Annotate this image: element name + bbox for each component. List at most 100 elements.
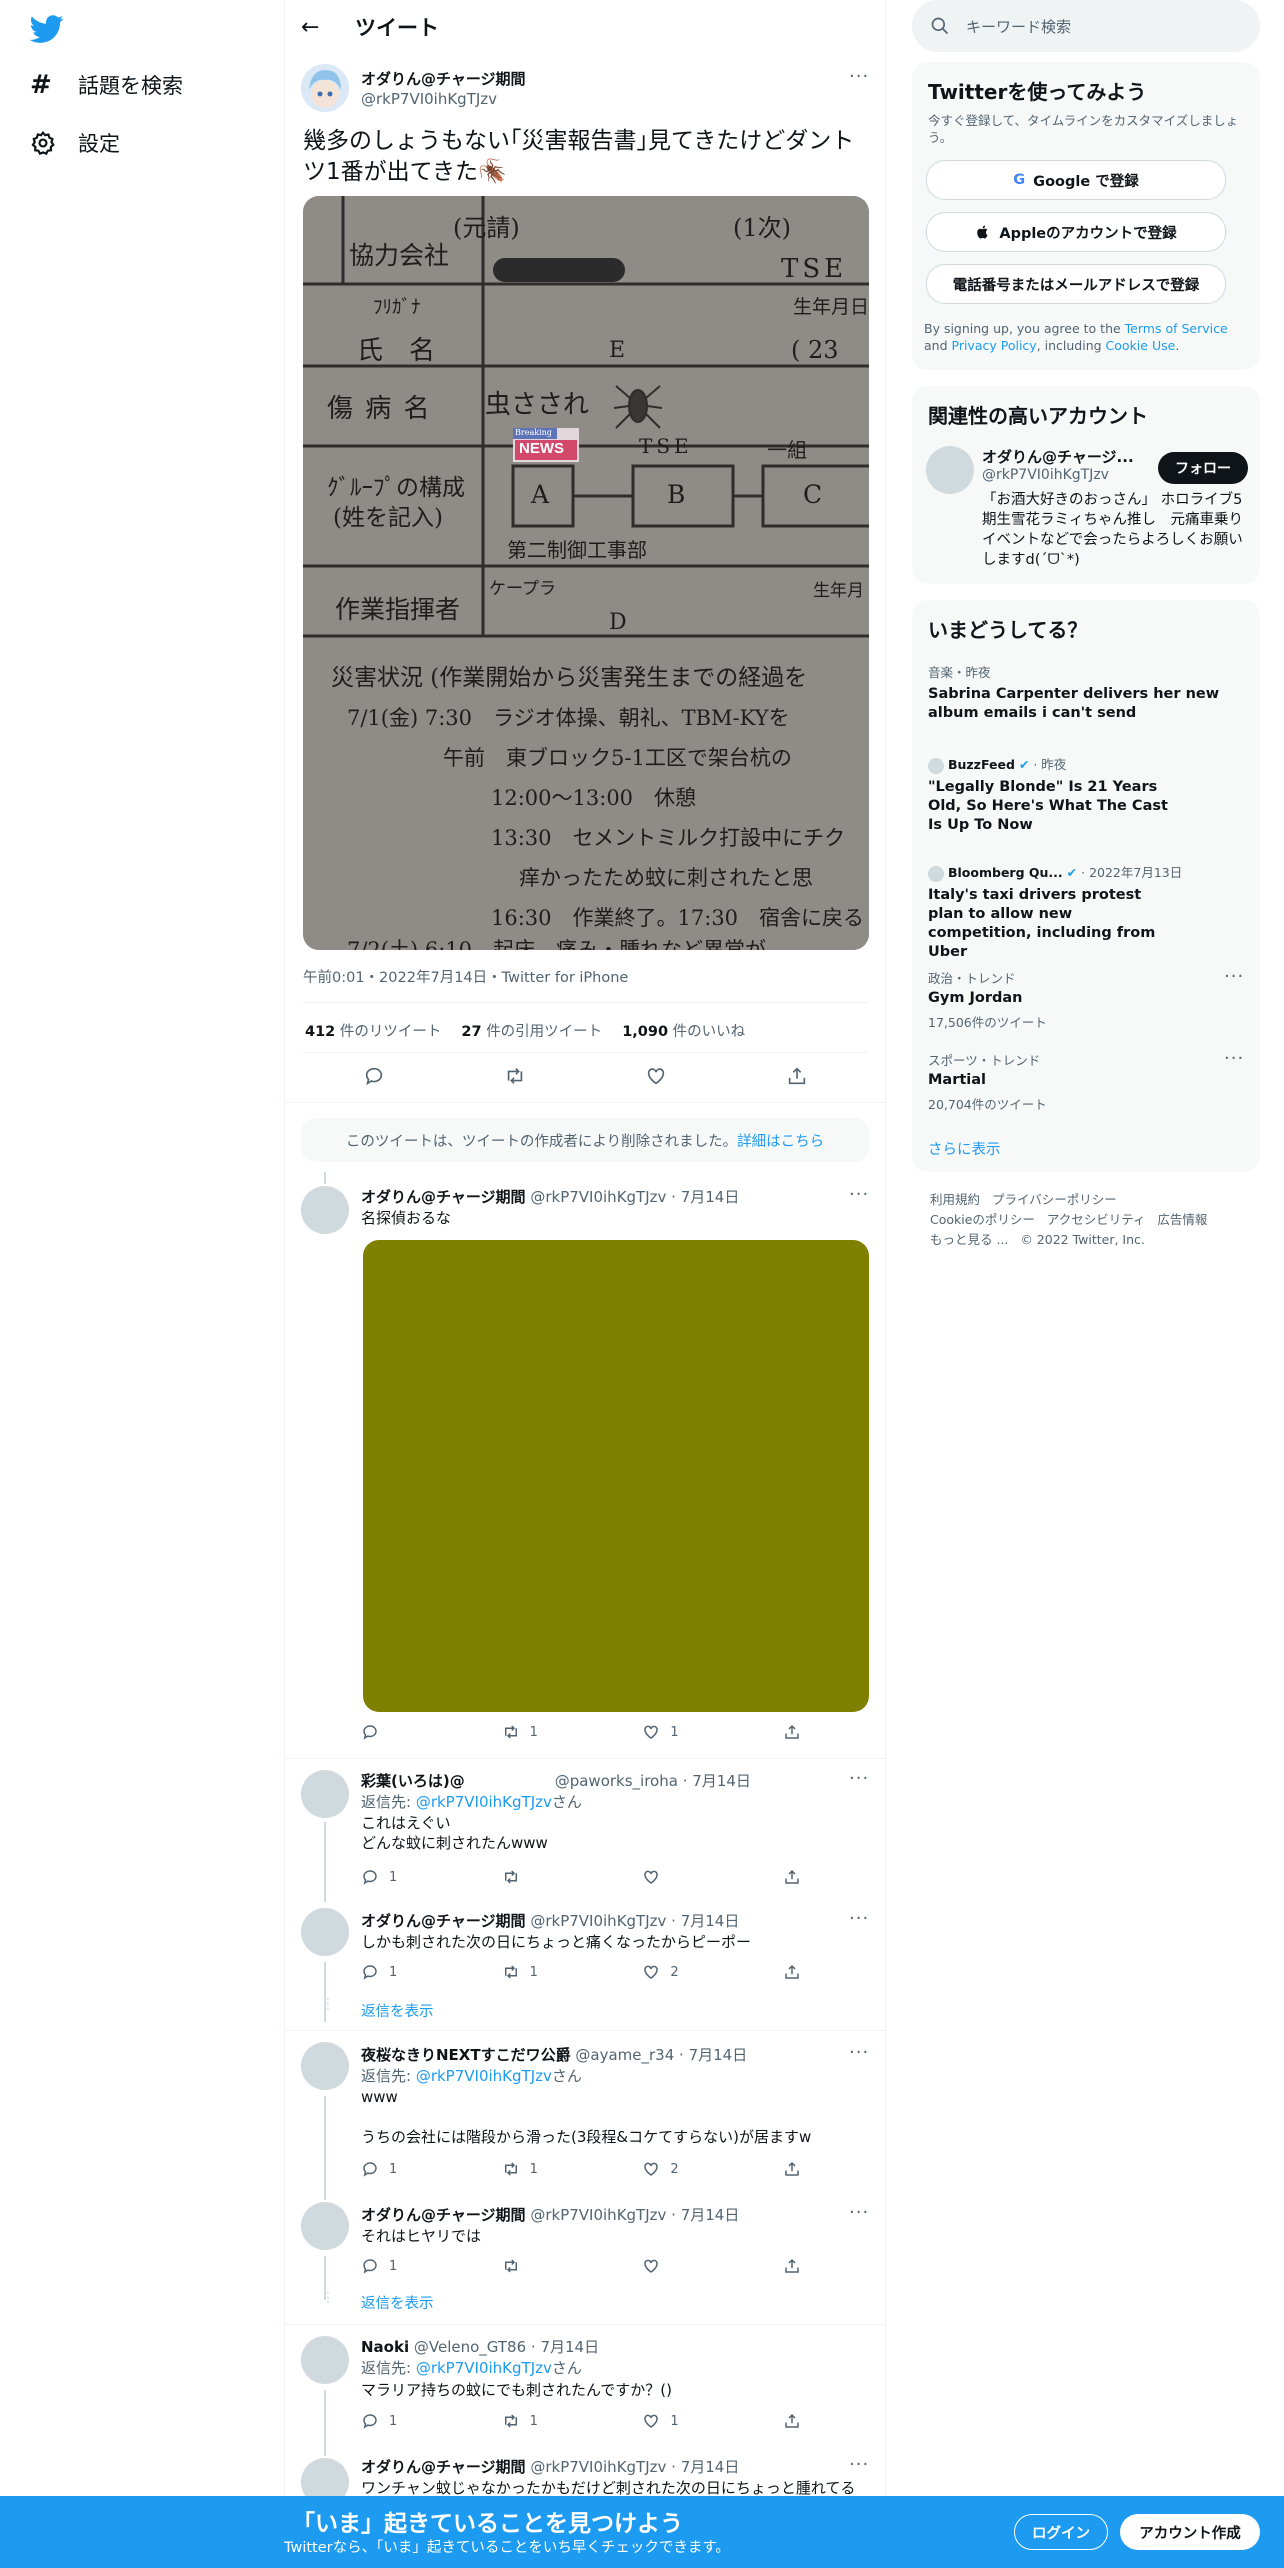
reply-date[interactable]: 7月14日 [681, 2458, 740, 2476]
retweet-button[interactable]: 1 [502, 1723, 602, 1741]
more-options-icon[interactable]: ··· [849, 2454, 869, 2475]
reply-author-handle[interactable]: @rkP7VI0ihKgTJzv [530, 1912, 666, 1930]
author-name[interactable]: オダりん@チャージ期間 [361, 68, 526, 89]
tweet-timestamp[interactable]: 午前0:01・2022年7月14日・Twitter for iPhone [303, 966, 628, 987]
like-button[interactable]: 1 [642, 2412, 742, 2430]
related-account-handle[interactable]: @rkP7VI0ihKgTJzv [982, 467, 1109, 483]
retweet-button[interactable] [502, 2257, 602, 2275]
reply-author-handle[interactable]: @rkP7VI0ihKgTJzv [530, 2458, 666, 2476]
show-more-link[interactable]: さらに表示 [928, 1138, 1001, 1159]
reply-author-handle[interactable]: @paworks_iroha [555, 1772, 678, 1790]
apple-signup-button[interactable]: Appleのアカウントで登録 [926, 212, 1226, 252]
footer-link[interactable]: 広告情報 [1157, 1212, 1207, 1227]
share-button[interactable] [783, 1723, 801, 1741]
more-options-icon[interactable]: ··· [849, 66, 869, 87]
more-options-icon[interactable]: ··· [849, 2202, 869, 2223]
footer-link[interactable]: Cookieのポリシー [930, 1212, 1035, 1227]
like-button[interactable] [642, 1868, 742, 1886]
google-signup-button[interactable]: G Google で登録 [926, 160, 1226, 200]
footer-link[interactable]: プライバシーポリシー [992, 1192, 1117, 1207]
reply-author-handle[interactable]: @rkP7VI0ihKgTJzv [530, 1188, 666, 1206]
trend-item[interactable]: Bloomberg Qu... ✔ · 2022年7月13日 Italy's t… [928, 862, 1228, 962]
phone-email-signup-button[interactable]: 電話番号またはメールアドレスで登録 [926, 264, 1226, 304]
nav-settings[interactable]: 設定 [30, 128, 120, 158]
privacy-link[interactable]: Privacy Policy [952, 338, 1037, 353]
reply-date[interactable]: 7月14日 [681, 1912, 740, 1930]
reply-to-link[interactable]: @rkP7VI0ihKgTJzv [416, 2067, 552, 2085]
signup-button[interactable]: アカウント作成 [1120, 2514, 1260, 2550]
twitter-logo-icon[interactable] [30, 12, 64, 46]
reply-author-handle[interactable]: @rkP7VI0ihKgTJzv [530, 2206, 666, 2224]
avatar[interactable] [301, 64, 349, 112]
like-button[interactable]: 2 [642, 1963, 742, 1981]
back-arrow-icon[interactable]: ← [301, 15, 331, 40]
reply-date[interactable]: 7月14日 [681, 2206, 740, 2224]
share-button[interactable] [783, 2160, 801, 2178]
quote-count[interactable]: 27 件の引用ツイート [461, 1020, 602, 1041]
reply-author-name[interactable]: オダりん@チャージ期間 [361, 1188, 526, 1206]
more-options-icon[interactable]: ··· [849, 1908, 869, 1929]
more-options-icon[interactable]: ··· [849, 2042, 869, 2063]
reply-button[interactable]: 1 [361, 2160, 461, 2178]
retweet-button[interactable]: 1 [502, 2412, 602, 2430]
reply-media[interactable] [363, 1240, 869, 1712]
reply-date[interactable]: 7月14日 [540, 2338, 599, 2356]
like-button[interactable]: 2 [642, 2160, 742, 2178]
trend-more-icon[interactable]: ··· [1224, 966, 1244, 987]
login-button[interactable]: ログイン [1014, 2514, 1108, 2550]
reply-button[interactable]: 1 [361, 2257, 461, 2275]
related-account-name[interactable]: オダりん@チャージ... [982, 446, 1134, 467]
avatar[interactable] [301, 2336, 349, 2384]
reply-author-name[interactable]: Naoki [361, 2338, 409, 2356]
reply-button[interactable]: 1 [361, 1963, 461, 1981]
retweet-button[interactable] [502, 1868, 602, 1886]
search-input[interactable]: キーワード検索 [966, 16, 1071, 37]
trend-more-icon[interactable]: ··· [1224, 1048, 1244, 1069]
search-box[interactable]: キーワード検索 [912, 0, 1260, 52]
reply-author-name[interactable]: 夜桜なきりNEXTすこだワ公爵 [361, 2046, 571, 2064]
learn-more-link[interactable]: 詳細はこちら [737, 1130, 824, 1151]
author-handle[interactable]: @rkP7VI0ihKgTJzv [361, 90, 497, 108]
reply-author-handle[interactable]: @ayame_r34 [575, 2046, 674, 2064]
avatar[interactable] [301, 1186, 349, 1234]
share-button[interactable] [783, 1868, 801, 1886]
cookie-link[interactable]: Cookie Use [1106, 338, 1176, 353]
share-button[interactable] [783, 1963, 801, 1981]
trend-item[interactable]: 音楽・昨夜 Sabrina Carpenter delivers her new… [928, 662, 1228, 723]
reply-author-name[interactable]: 彩葉(いろは)@ [361, 1772, 465, 1790]
retweet-button[interactable]: 1 [502, 2160, 602, 2178]
like-icon[interactable] [645, 1065, 667, 1087]
show-replies-link[interactable]: 返信を表示 [361, 2294, 434, 2314]
reply-author-name[interactable]: オダりん@チャージ期間 [361, 2206, 526, 2224]
like-button[interactable] [642, 2257, 742, 2275]
reply-author-name[interactable]: オダりん@チャージ期間 [361, 1912, 526, 1930]
more-options-icon[interactable]: ··· [849, 1768, 869, 1789]
trend-item[interactable]: スポーツ・トレンド Martial 20,704件のツイート [928, 1050, 1228, 1113]
show-replies-link[interactable]: 返信を表示 [361, 2002, 434, 2022]
retweet-icon[interactable] [504, 1065, 526, 1087]
like-button[interactable]: 1 [642, 1723, 742, 1741]
tweet-photo[interactable]: 協力会社 (元請) (1次) TSE ﾌﾘｶﾞﾅ 生年月日 氏 名 E ( 23… [303, 196, 869, 950]
retweet-button[interactable]: 1 [502, 1963, 602, 1981]
reply-to-link[interactable]: @rkP7VI0ihKgTJzv [416, 2359, 552, 2377]
footer-link[interactable]: もっと見る ... [930, 1232, 1008, 1247]
share-button[interactable] [783, 2257, 801, 2275]
reply-to-link[interactable]: @rkP7VI0ihKgTJzv [416, 1793, 552, 1811]
reply-date[interactable]: 7月14日 [681, 1188, 740, 1206]
avatar[interactable] [301, 2042, 349, 2090]
reply-author-handle[interactable]: @Veleno_GT86 [414, 2338, 526, 2356]
avatar[interactable] [301, 1770, 349, 1818]
reply-button[interactable] [361, 1723, 461, 1741]
footer-link[interactable]: アクセシビリティ [1047, 1212, 1146, 1227]
follow-button[interactable]: フォロー [1158, 452, 1248, 484]
retweet-count[interactable]: 412 件のリツイート [305, 1020, 441, 1041]
reply-date[interactable]: 7月14日 [689, 2046, 748, 2064]
terms-link[interactable]: Terms of Service [1125, 321, 1228, 336]
footer-link[interactable]: 利用規約 [930, 1192, 980, 1207]
avatar[interactable] [926, 446, 974, 494]
trend-item[interactable]: 政治・トレンド Gym Jordan 17,506件のツイート [928, 968, 1228, 1031]
avatar[interactable] [301, 1908, 349, 1956]
share-icon[interactable] [786, 1065, 808, 1087]
more-options-icon[interactable]: ··· [849, 1184, 869, 1205]
nav-explore[interactable]: # 話題を検索 [30, 70, 183, 100]
